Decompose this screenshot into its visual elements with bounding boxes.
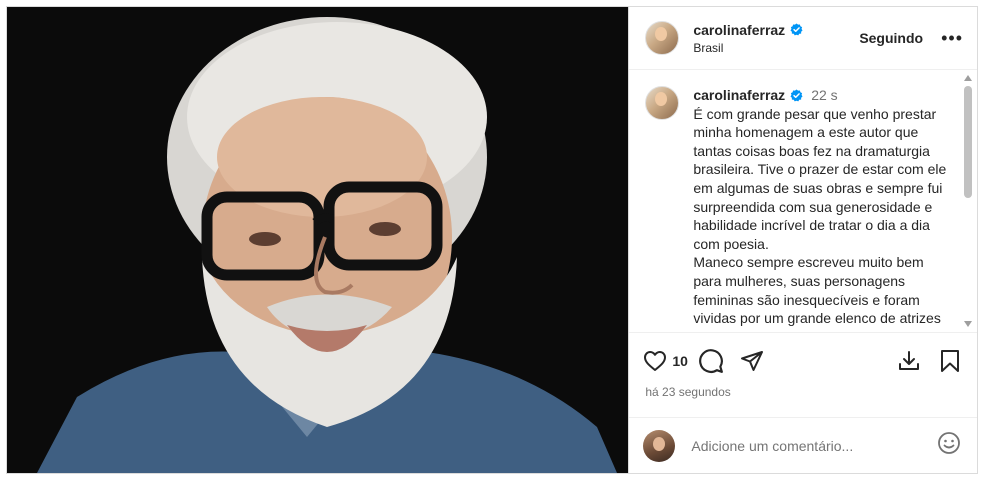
- caption-body: carolinaferraz 22 s É com grande pesar q…: [693, 86, 951, 332]
- comment-input[interactable]: [689, 436, 929, 455]
- following-button[interactable]: Seguindo: [859, 30, 923, 46]
- caption-section: carolinaferraz 22 s É com grande pesar q…: [629, 70, 977, 332]
- caption-text: É com grande pesar que venho prestar min…: [693, 105, 947, 332]
- scroll-thumb[interactable]: [964, 86, 972, 198]
- verified-icon: [790, 89, 803, 102]
- post-modal: carolinaferraz Brasil Seguindo ••• carol…: [6, 6, 978, 474]
- post-header: carolinaferraz Brasil Seguindo •••: [629, 7, 977, 70]
- emoji-icon[interactable]: [937, 431, 961, 460]
- action-icons-right: [897, 349, 961, 373]
- heart-icon[interactable]: [643, 349, 667, 373]
- posted-time[interactable]: há 23 segundos: [645, 385, 961, 399]
- caption-time: 22 s: [811, 87, 838, 103]
- post-image[interactable]: [7, 7, 629, 473]
- caption-avatar[interactable]: [645, 86, 680, 120]
- author-username[interactable]: carolinaferraz: [693, 22, 803, 38]
- post-sidebar: carolinaferraz Brasil Seguindo ••• carol…: [628, 7, 977, 473]
- share-icon[interactable]: [740, 349, 764, 373]
- post-photo-illustration: [7, 7, 629, 473]
- comment-bar: [629, 417, 977, 473]
- scroll-down-arrow[interactable]: [964, 321, 972, 327]
- like-count[interactable]: 10: [672, 353, 688, 369]
- verified-icon: [790, 23, 803, 36]
- author-info: carolinaferraz Brasil: [693, 22, 803, 55]
- scroll-up-arrow[interactable]: [964, 75, 972, 81]
- comment-icon[interactable]: [698, 348, 724, 374]
- caption-scrollbar[interactable]: [962, 70, 974, 332]
- download-icon[interactable]: [897, 349, 921, 373]
- bookmark-icon[interactable]: [939, 349, 961, 373]
- author-username-text[interactable]: carolinaferraz: [693, 22, 785, 38]
- caption-header: carolinaferraz 22 s: [693, 86, 951, 105]
- caption-username[interactable]: carolinaferraz: [693, 86, 785, 105]
- post-location[interactable]: Brasil: [693, 41, 803, 55]
- viewer-avatar: [643, 429, 676, 462]
- post-actions: 10 há 23 segundos: [629, 332, 977, 416]
- more-icon[interactable]: •••: [941, 29, 963, 47]
- action-icons: 10: [643, 343, 961, 379]
- author-avatar[interactable]: [645, 21, 680, 55]
